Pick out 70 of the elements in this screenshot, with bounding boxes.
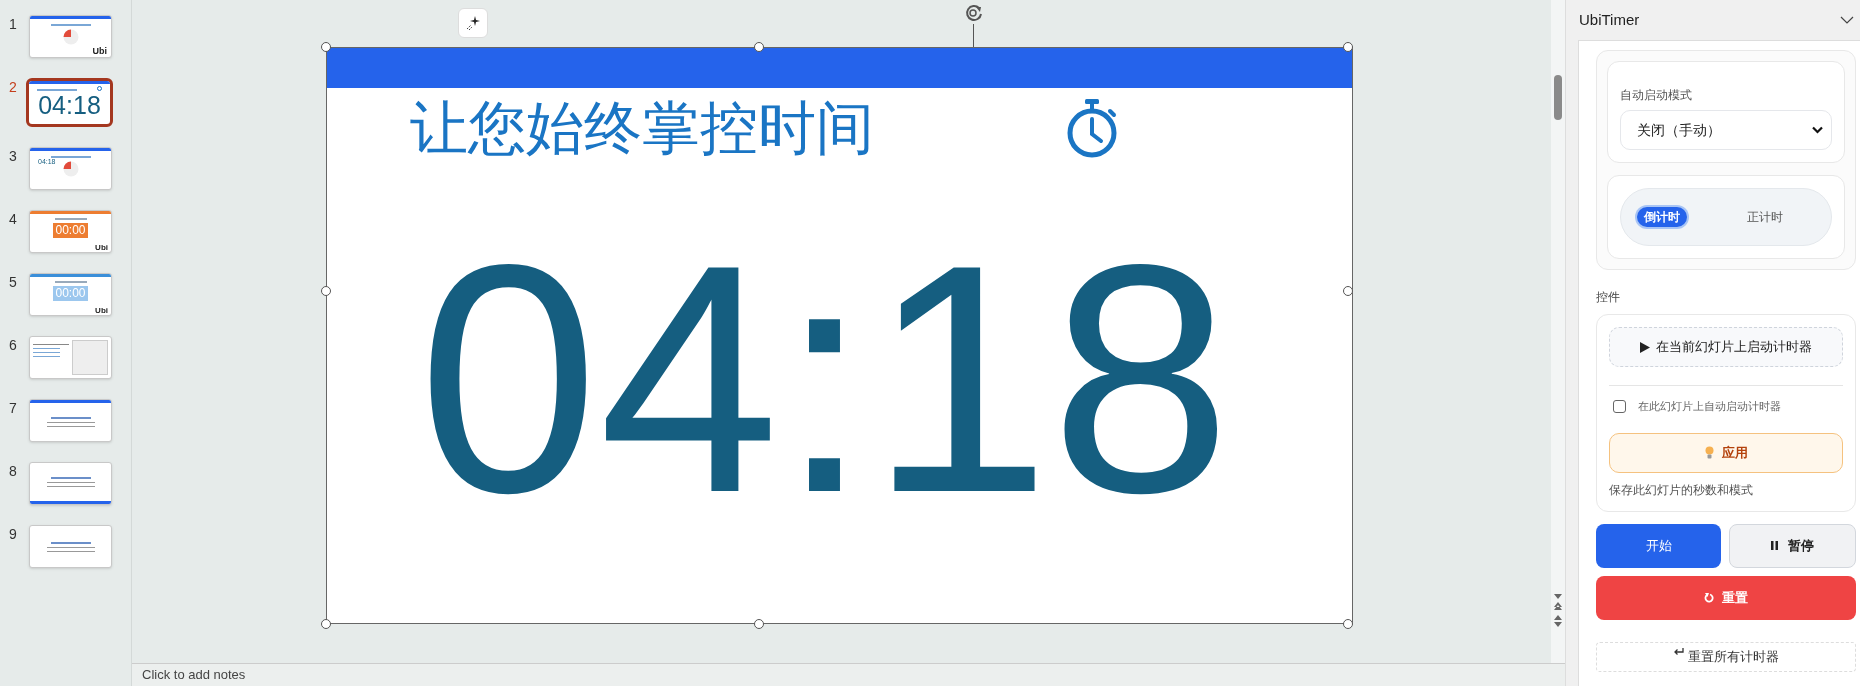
slide[interactable]: 让您始终掌控时间 04:18 [326, 47, 1353, 624]
text-lines-drawing [46, 417, 95, 427]
notes-field[interactable]: Click to add notes [142, 665, 246, 685]
slide-thumbnail[interactable]: 04:18 [26, 78, 113, 127]
reset-all-button[interactable]: 重置所有计时器 [1596, 641, 1856, 672]
resize-handle[interactable] [321, 619, 331, 629]
mode-select[interactable]: 关闭（手动） [1620, 110, 1832, 150]
slide-number: 2 [9, 80, 18, 94]
rotate-handle-icon[interactable] [963, 2, 985, 24]
resize-handle[interactable] [321, 42, 331, 52]
section-label: 控件 [1596, 289, 1621, 306]
slide-number: 8 [9, 464, 18, 478]
timer-display: 04:18 [417, 216, 1232, 541]
mode-tab[interactable]: 正计时 [1747, 211, 1783, 223]
pie-clock-icon [62, 29, 79, 45]
text-lines-drawing [46, 541, 95, 552]
slide-number: 6 [9, 338, 18, 352]
pie-clock-icon [62, 161, 79, 177]
checkbox[interactable] [1613, 399, 1626, 413]
return-icon [1673, 646, 1684, 657]
thumbnail-logo: Ubi [95, 244, 108, 252]
thumbnail-time: 04:18 [38, 93, 101, 118]
field-label: 自动启动模式 [1620, 87, 1693, 104]
thumbnail-time: 00:00 [53, 286, 88, 301]
start-button[interactable]: 开始 [1596, 523, 1721, 568]
panel-title: UbiTimer [1579, 9, 1640, 30]
resize-handle[interactable] [321, 286, 331, 296]
checkbox-label: 在此幻灯片上自动启动计时器 [1638, 399, 1781, 414]
thumbnail-logo: Ubi [92, 47, 107, 56]
play-icon [1640, 341, 1650, 353]
lightbulb-icon [1704, 446, 1714, 459]
slide-number: 1 [9, 17, 18, 31]
slide-thumbnail[interactable] [29, 336, 112, 379]
resize-handle[interactable] [754, 619, 764, 629]
sparkle-icon [465, 15, 481, 31]
slide-thumbnail[interactable] [29, 462, 112, 505]
reset-icon [1704, 592, 1714, 603]
slide-number: 3 [9, 149, 18, 163]
thumbnail-time: 00:00 [53, 223, 88, 238]
chevron-down-icon[interactable] [1840, 16, 1854, 24]
slide-thumbnail[interactable] [29, 399, 112, 442]
resize-handle[interactable] [1343, 619, 1353, 629]
pause-icon [1771, 541, 1778, 550]
text-lines-drawing [46, 477, 95, 487]
chevron-down-icon [1812, 126, 1823, 134]
slide-number: 5 [9, 275, 18, 289]
slide-number: 7 [9, 401, 18, 415]
resize-handle[interactable] [754, 42, 764, 52]
start-on-slide-button[interactable]: 在当前幻灯片上启动计时器 [1609, 327, 1843, 367]
slide-thumbnail[interactable]: 00:00 Ubi [29, 210, 112, 253]
mode-tab[interactable]: 倒计时 [1637, 207, 1687, 227]
image-placeholder [72, 340, 108, 375]
resize-handle[interactable] [1343, 42, 1353, 52]
thumbnail-logo: Ubi [95, 307, 108, 315]
apply-hint: 保存此幻灯片的秒数和模式 [1609, 481, 1754, 499]
resize-handle[interactable] [1343, 286, 1353, 296]
scrollbar-thumb[interactable] [1554, 75, 1562, 120]
scrollbar[interactable] [1551, 0, 1565, 663]
text-lines-drawing [33, 344, 69, 357]
scroll-down-icon[interactable] [1553, 593, 1563, 627]
slide-thumbnail[interactable]: Ubi [29, 15, 112, 58]
slide-number: 9 [9, 527, 18, 541]
slide-thumbnail[interactable]: 00:00 Ubi [29, 273, 112, 316]
reset-button[interactable]: 重置 [1596, 575, 1856, 620]
designer-button[interactable] [458, 8, 488, 38]
slide-number: 4 [9, 212, 18, 226]
apply-button[interactable]: 应用 [1609, 432, 1843, 473]
pause-button[interactable]: 暂停 [1729, 523, 1856, 568]
slide-title: 让您始终掌控时间 [410, 99, 874, 157]
slide-thumbnail[interactable] [29, 525, 112, 568]
